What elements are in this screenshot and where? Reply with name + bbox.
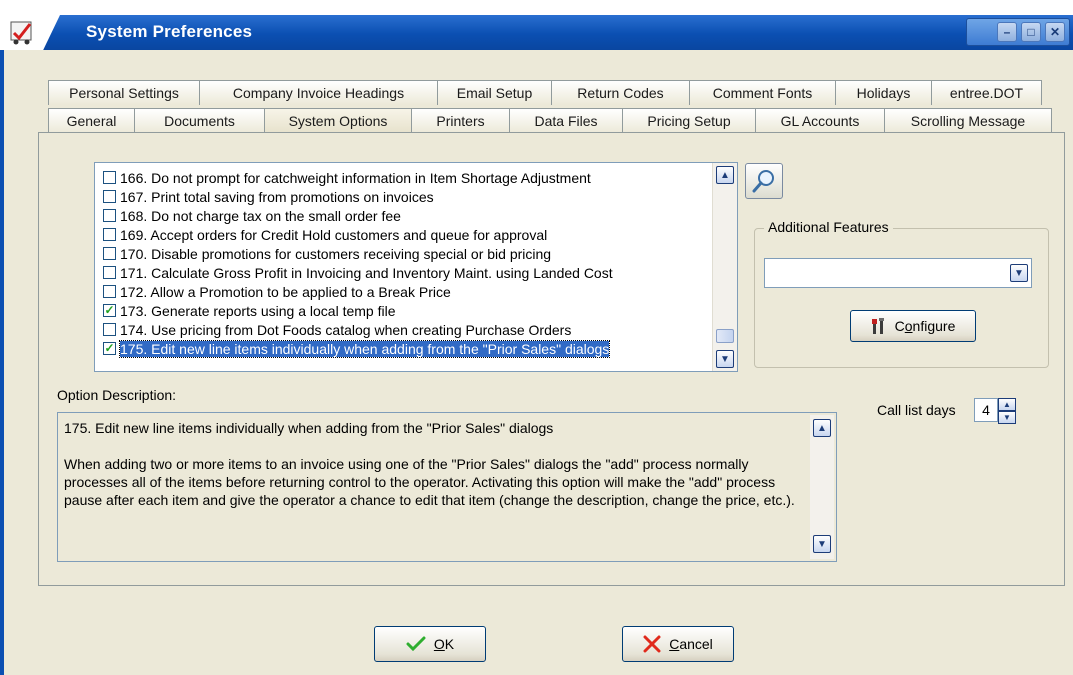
ok-label: OK <box>433 636 455 652</box>
tab-gl-accounts[interactable]: GL Accounts <box>755 108 885 133</box>
checkmark-icon <box>406 636 426 652</box>
option-checkbox[interactable] <box>103 190 116 203</box>
close-icon[interactable]: ✕ <box>1045 22 1065 42</box>
tab-email-setup[interactable]: Email Setup <box>437 80 552 105</box>
cancel-label: Cancel <box>669 636 713 652</box>
call-list-days-label: Call list days <box>877 402 956 418</box>
option-item[interactable]: 172. Allow a Promotion to be applied to … <box>103 282 451 301</box>
tab-entree-dot[interactable]: entree.DOT <box>931 80 1042 105</box>
tab-return-codes[interactable]: Return Codes <box>551 80 690 105</box>
tab-pricing-setup[interactable]: Pricing Setup <box>622 108 756 133</box>
call-list-days-input[interactable]: 4 <box>974 398 998 422</box>
configure-label: Configure <box>894 318 956 334</box>
magnifier-icon <box>752 170 774 193</box>
system-preferences-window: System Preferences – □ ✕ Personal Settin… <box>0 0 1073 675</box>
option-item[interactable]: 170. Disable promotions for customers re… <box>103 244 551 263</box>
tab-company-invoice-headings[interactable]: Company Invoice Headings <box>199 80 438 105</box>
option-item[interactable]: 167. Print total saving from promotions … <box>103 187 434 206</box>
system-options-list[interactable]: 166. Do not prompt for catchweight infor… <box>94 162 738 372</box>
option-checkbox[interactable] <box>103 171 116 184</box>
tools-icon <box>871 318 884 334</box>
tab-row-bottom: General Documents System Options Printer… <box>48 108 1052 133</box>
tab-row-top: Personal Settings Company Invoice Headin… <box>48 80 1042 105</box>
additional-features-group <box>754 228 1049 368</box>
tab-system-options[interactable]: System Options <box>264 108 412 133</box>
option-description-title: 175. Edit new line items individually wh… <box>64 420 554 436</box>
option-item[interactable]: 174. Use pricing from Dot Foods catalog … <box>103 320 571 339</box>
option-item[interactable]: 166. Do not prompt for catchweight infor… <box>103 168 591 187</box>
minimize-icon[interactable]: – <box>997 22 1017 42</box>
option-checkbox[interactable] <box>103 228 116 241</box>
ok-button[interactable]: OK <box>374 626 486 662</box>
chevron-down-icon[interactable]: ▼ <box>1010 264 1028 282</box>
scroll-up-icon[interactable]: ▲ <box>813 419 831 437</box>
scroll-thumb[interactable] <box>716 329 734 343</box>
option-description-text: 175. Edit new line items individually wh… <box>64 419 808 527</box>
option-description-box[interactable]: 175. Edit new line items individually wh… <box>57 412 837 562</box>
tab-comment-fonts[interactable]: Comment Fonts <box>689 80 836 105</box>
tab-printers[interactable]: Printers <box>411 108 510 133</box>
configure-button[interactable]: Configure <box>850 310 976 342</box>
window-title: System Preferences <box>86 22 253 41</box>
additional-features-select[interactable]: ▼ <box>764 258 1032 288</box>
tab-personal-settings[interactable]: Personal Settings <box>48 80 200 105</box>
option-item[interactable]: 169. Accept orders for Credit Hold custo… <box>103 225 547 244</box>
option-checkbox-checked[interactable]: ✓ <box>103 342 116 355</box>
option-checkbox[interactable] <box>103 323 116 336</box>
tab-scrolling-message[interactable]: Scrolling Message <box>884 108 1052 133</box>
description-scrollbar[interactable]: ▲ ▼ <box>810 415 834 559</box>
option-checkbox[interactable] <box>103 209 116 222</box>
app-icon[interactable] <box>8 18 36 46</box>
tab-data-files[interactable]: Data Files <box>509 108 623 133</box>
cancel-x-icon <box>643 635 661 653</box>
search-button[interactable] <box>745 163 783 199</box>
option-checkbox[interactable] <box>103 266 116 279</box>
tab-general[interactable]: General <box>48 108 135 133</box>
stepper-down-icon[interactable]: ▼ <box>998 411 1016 424</box>
option-item-selected[interactable]: ✓ 175. Edit new line items individually w… <box>103 339 611 358</box>
option-item[interactable]: ✓ 173. Generate reports using a local tem… <box>103 301 396 320</box>
option-description-body: When adding two or more items to an invo… <box>64 456 795 508</box>
maximize-icon[interactable]: □ <box>1021 22 1041 42</box>
scroll-down-icon[interactable]: ▼ <box>716 350 734 368</box>
options-scrollbar[interactable]: ▲ ▼ <box>712 163 737 371</box>
option-checkbox-checked[interactable]: ✓ <box>103 304 116 317</box>
tab-holidays[interactable]: Holidays <box>835 80 932 105</box>
scroll-down-icon[interactable]: ▼ <box>813 535 831 553</box>
scroll-up-icon[interactable]: ▲ <box>716 166 734 184</box>
call-list-days-stepper[interactable]: ▲ ▼ <box>998 398 1016 424</box>
window-controls: – □ ✕ <box>966 18 1070 46</box>
additional-features-title: Additional Features <box>764 219 893 235</box>
option-checkbox[interactable] <box>103 285 116 298</box>
option-item[interactable]: 171. Calculate Gross Profit in Invoicing… <box>103 263 613 282</box>
stepper-up-icon[interactable]: ▲ <box>998 398 1016 411</box>
option-checkbox[interactable] <box>103 247 116 260</box>
cancel-button[interactable]: Cancel <box>622 626 734 662</box>
tab-documents[interactable]: Documents <box>134 108 265 133</box>
option-description-label: Option Description: <box>57 387 177 403</box>
option-item[interactable]: 168. Do not charge tax on the small orde… <box>103 206 401 225</box>
